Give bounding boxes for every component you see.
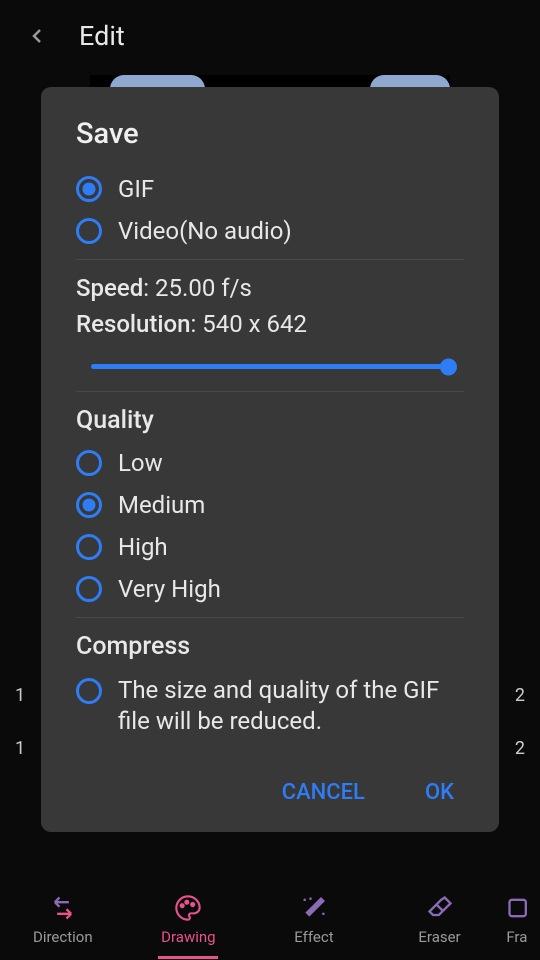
compress-option[interactable]: The size and quality of the GIF file wil… <box>76 675 464 737</box>
radio-icon <box>76 576 102 602</box>
radio-icon <box>76 218 102 244</box>
radio-label: Low <box>118 449 163 477</box>
dialog-actions: CANCEL OK <box>76 775 464 810</box>
quality-option-medium[interactable]: Medium <box>76 491 464 519</box>
nav-effect[interactable]: Effect <box>251 894 377 946</box>
timeline-mark: 1 <box>15 738 25 759</box>
direction-icon <box>49 894 77 922</box>
quality-title: Quality <box>76 406 464 435</box>
divider <box>76 617 464 618</box>
timeline-mark: 1 <box>15 685 25 706</box>
frame-icon <box>506 894 534 922</box>
wand-icon <box>300 894 328 922</box>
resolution-info: Resolution: 540 x 642 <box>76 310 464 338</box>
resolution-value: 540 x 642 <box>202 310 307 338</box>
radio-icon <box>76 492 102 518</box>
nav-direction[interactable]: Direction <box>0 894 126 946</box>
back-icon[interactable] <box>25 24 49 48</box>
divider <box>76 391 464 392</box>
radio-icon <box>76 176 102 202</box>
radio-label: Medium <box>118 491 205 519</box>
dialog-title: Save <box>76 117 464 151</box>
nav-label: Drawing <box>161 928 215 946</box>
nav-label: Eraser <box>418 928 460 946</box>
timeline-mark: 2 <box>515 738 525 759</box>
quality-option-high[interactable]: High <box>76 533 464 561</box>
save-dialog: Save GIF Video(No audio) Speed: 25.00 f/… <box>41 87 499 832</box>
nav-label: Effect <box>294 928 333 946</box>
bottom-nav: Direction Drawing Effect Eraser Fra <box>0 880 540 960</box>
speed-value: 25.00 f/s <box>155 274 252 302</box>
timeline-mark: 2 <box>515 685 525 706</box>
eraser-icon <box>426 894 454 922</box>
nav-label: Direction <box>33 928 93 946</box>
cancel-button[interactable]: CANCEL <box>272 775 375 810</box>
compress-title: Compress <box>76 632 464 661</box>
format-option-gif[interactable]: GIF <box>76 175 464 203</box>
radio-label: Very High <box>118 575 221 603</box>
radio-label: Video(No audio) <box>118 217 292 245</box>
quality-option-veryhigh[interactable]: Very High <box>76 575 464 603</box>
speed-info: Speed: 25.00 f/s <box>76 274 464 302</box>
ok-button[interactable]: OK <box>415 775 464 810</box>
nav-frame[interactable]: Fra <box>502 894 540 946</box>
nav-label: Fra <box>506 928 527 946</box>
nav-eraser[interactable]: Eraser <box>377 894 503 946</box>
quality-option-low[interactable]: Low <box>76 449 464 477</box>
radio-icon <box>76 534 102 560</box>
app-header: Edit <box>0 0 540 72</box>
radio-icon <box>76 678 102 704</box>
palette-icon <box>174 894 202 922</box>
page-title: Edit <box>79 20 125 52</box>
radio-label: GIF <box>118 175 154 203</box>
radio-label: High <box>118 533 168 561</box>
format-option-video[interactable]: Video(No audio) <box>76 217 464 245</box>
radio-icon <box>76 450 102 476</box>
slider-thumb[interactable] <box>440 358 457 375</box>
resolution-label: Resolution <box>76 310 190 338</box>
resolution-slider[interactable] <box>76 346 464 377</box>
speed-label: Speed <box>76 274 143 302</box>
slider-track <box>91 364 449 369</box>
divider <box>76 259 464 260</box>
nav-drawing[interactable]: Drawing <box>126 894 252 946</box>
compress-description: The size and quality of the GIF file wil… <box>118 675 464 737</box>
